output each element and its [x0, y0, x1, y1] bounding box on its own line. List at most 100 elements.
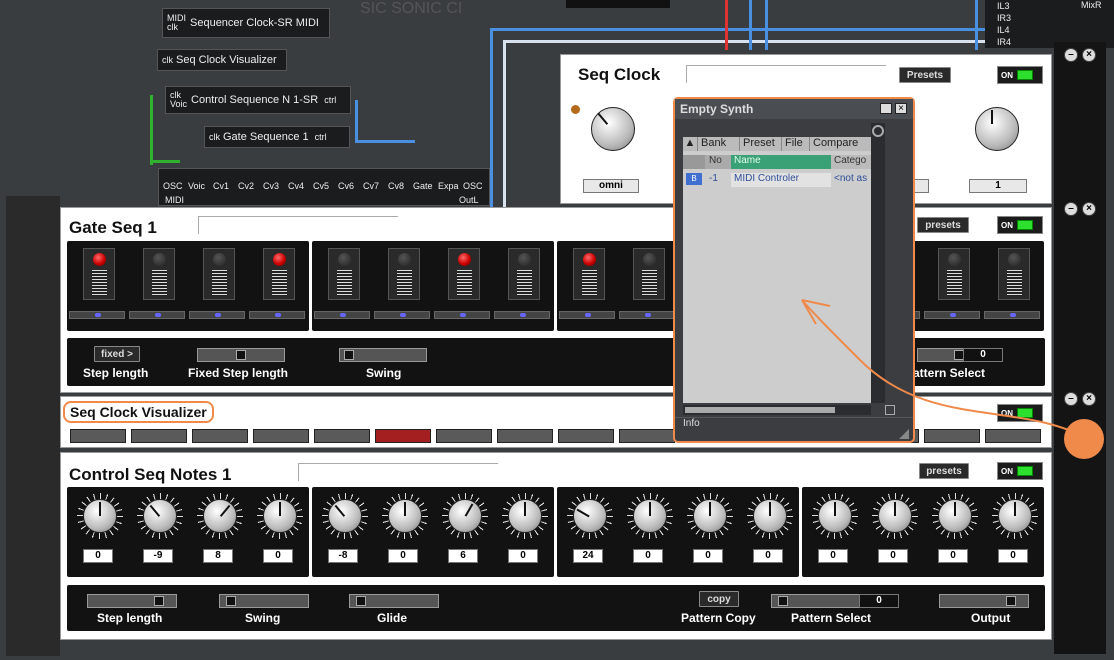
note-knob[interactable]: [938, 499, 972, 533]
gate-length-slider[interactable]: [619, 311, 675, 319]
note-knob[interactable]: [818, 499, 852, 533]
up-arrow-icon[interactable]: ▲: [683, 137, 697, 151]
gate-step[interactable]: [573, 248, 605, 300]
port-ir4[interactable]: IR4: [997, 36, 1011, 48]
close-icon[interactable]: ×: [895, 103, 907, 114]
value-box[interactable]: 1: [969, 179, 1027, 193]
port-clk[interactable]: clk: [162, 55, 173, 65]
gate-length-slider[interactable]: [494, 311, 550, 319]
on-switch[interactable]: ON: [997, 216, 1043, 234]
port-voic[interactable]: Voic: [170, 100, 187, 109]
gate-step[interactable]: [388, 248, 420, 300]
port-clk[interactable]: clk: [167, 23, 186, 32]
glide-slider[interactable]: [349, 594, 439, 608]
note-knob[interactable]: [878, 499, 912, 533]
midi-channel-value[interactable]: omni: [583, 179, 639, 193]
minimize-icon[interactable]: –: [1064, 48, 1078, 62]
note-knob[interactable]: [83, 499, 117, 533]
close-icon[interactable]: ×: [1082, 48, 1096, 62]
gate-length-slider[interactable]: [374, 311, 430, 319]
scroll-thumb-icon[interactable]: [872, 125, 884, 137]
note-knob[interactable]: [508, 499, 542, 533]
bus-port[interactable]: Cv1: [213, 181, 238, 191]
node-control-sequence[interactable]: clk Voic Control Sequence N 1-SR ctrl: [165, 86, 351, 114]
note-knob[interactable]: [753, 499, 787, 533]
gate-length-slider[interactable]: [189, 311, 245, 319]
bus-port[interactable]: Cv6: [338, 181, 363, 191]
bus-port[interactable]: Cv7: [363, 181, 388, 191]
presets-button[interactable]: presets: [917, 217, 969, 233]
fixed-step-button[interactable]: fixed >: [94, 346, 140, 362]
gate-step[interactable]: [83, 248, 115, 300]
port-il4[interactable]: IL4: [997, 24, 1011, 36]
port-clk[interactable]: clk: [209, 132, 220, 142]
step-length-slider[interactable]: [87, 594, 177, 608]
gate-step[interactable]: [203, 248, 235, 300]
node-gate-sequence[interactable]: clk Gate Sequence 1 ctrl: [204, 126, 350, 148]
node-seq-clock-visualizer[interactable]: clk Seq Clock Visualizer: [157, 49, 287, 71]
pattern-select-slider[interactable]: [771, 594, 861, 608]
preset-row[interactable]: B -1 MIDI Controler <not as: [683, 173, 871, 187]
note-knob[interactable]: [388, 499, 422, 533]
panel-name-field[interactable]: [198, 216, 398, 234]
gate-step[interactable]: [633, 248, 665, 300]
on-switch[interactable]: ON: [997, 462, 1043, 480]
presets-button[interactable]: presets: [919, 463, 969, 479]
panel-name-field[interactable]: [686, 65, 886, 83]
minimize-icon[interactable]: [880, 103, 892, 114]
bus-port[interactable]: Voic: [188, 181, 213, 191]
panel-name-field[interactable]: [298, 463, 498, 481]
menu-bank[interactable]: Bank: [697, 137, 739, 151]
bus-port[interactable]: Cv5: [313, 181, 338, 191]
gate-step[interactable]: [448, 248, 480, 300]
port-ctrl[interactable]: ctrl: [324, 95, 336, 105]
gate-step[interactable]: [328, 248, 360, 300]
menu-preset[interactable]: Preset: [739, 137, 781, 151]
port-il3[interactable]: IL3: [997, 0, 1011, 12]
gate-step[interactable]: [143, 248, 175, 300]
pattern-copy-button[interactable]: copy: [699, 591, 739, 607]
bus-port[interactable]: Cv4: [288, 181, 313, 191]
note-knob[interactable]: [998, 499, 1032, 533]
output-slider[interactable]: [939, 594, 1029, 608]
node-sequencer-clock-midi[interactable]: MIDI clk Sequencer Clock-SR MIDI: [162, 8, 330, 38]
port-ir3[interactable]: IR3: [997, 12, 1011, 24]
port-ctrl[interactable]: ctrl: [315, 132, 327, 142]
on-switch[interactable]: ON: [997, 66, 1043, 84]
note-knob[interactable]: [263, 499, 297, 533]
swing-slider[interactable]: [339, 348, 427, 362]
gate-length-slider[interactable]: [559, 311, 615, 319]
gate-length-slider[interactable]: [129, 311, 185, 319]
bus-port[interactable]: OSC: [463, 181, 488, 191]
close-icon[interactable]: ×: [1082, 202, 1096, 216]
bus-port[interactable]: Gate: [413, 181, 438, 191]
port-outl[interactable]: OutL: [459, 195, 479, 205]
port-midi[interactable]: MIDI: [165, 195, 184, 205]
menu-file[interactable]: File: [781, 137, 809, 151]
knob[interactable]: [591, 107, 635, 151]
note-knob[interactable]: [448, 499, 482, 533]
bus-port[interactable]: Expa: [438, 181, 463, 191]
gate-length-slider[interactable]: [69, 311, 125, 319]
note-knob[interactable]: [633, 499, 667, 533]
note-knob[interactable]: [693, 499, 727, 533]
gate-length-slider[interactable]: [434, 311, 490, 319]
col-category[interactable]: Catego: [831, 155, 871, 169]
menu-compare[interactable]: Compare: [809, 137, 869, 151]
col-name[interactable]: Name: [731, 155, 831, 169]
bus-port[interactable]: OSC: [163, 181, 188, 191]
note-knob[interactable]: [573, 499, 607, 533]
knob[interactable]: [975, 107, 1019, 151]
node-synth-bus[interactable]: OSC Voic Cv1 Cv2 Cv3 Cv4 Cv5 Cv6 Cv7 Cv8 Gate Expa O…: [158, 168, 490, 206]
bus-port[interactable]: Cv3: [263, 181, 288, 191]
gate-length-slider[interactable]: [249, 311, 305, 319]
gate-step[interactable]: [263, 248, 295, 300]
bus-port[interactable]: Cv2: [238, 181, 263, 191]
note-knob[interactable]: [328, 499, 362, 533]
fixed-step-length-slider[interactable]: [197, 348, 285, 362]
gate-step[interactable]: [508, 248, 540, 300]
presets-button[interactable]: Presets: [899, 67, 951, 83]
window-titlebar[interactable]: Empty Synth ×: [675, 99, 913, 119]
bus-port[interactable]: Cv8: [388, 181, 413, 191]
swing-slider[interactable]: [219, 594, 309, 608]
